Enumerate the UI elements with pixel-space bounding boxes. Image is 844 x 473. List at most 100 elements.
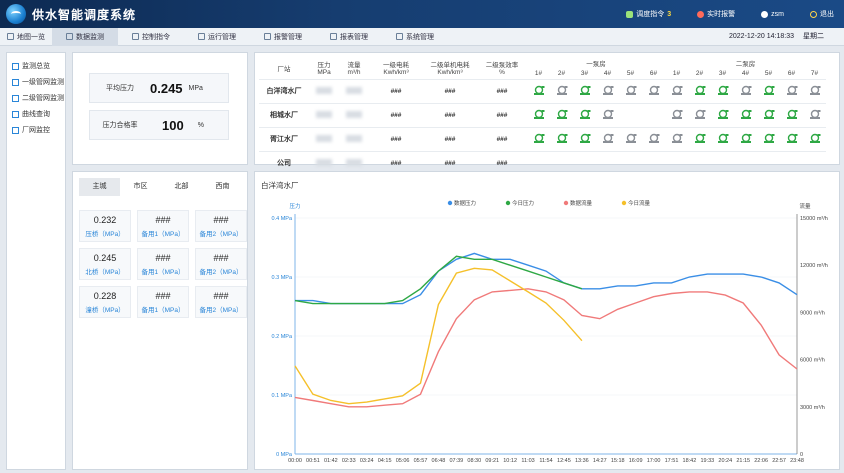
- pump-cell: [550, 78, 573, 103]
- redacted-value: [346, 110, 362, 118]
- pressure-card[interactable]: ### 备用1（MPa）: [137, 210, 189, 242]
- x-tick-label: 11:03: [521, 458, 534, 464]
- pressure-card[interactable]: ### 备用2（MPa）: [195, 248, 247, 280]
- pump-cell: [780, 78, 803, 103]
- primary-energy-cell: ###: [369, 78, 423, 103]
- pump-cell: [711, 78, 734, 103]
- tab-alarm[interactable]: 报警管理: [250, 28, 316, 46]
- station-row[interactable]: 胥江水厂 ### ### ###: [259, 126, 826, 151]
- dispatch-button[interactable]: 调度指令 3: [626, 9, 671, 19]
- pressure-card[interactable]: ### 备用2（MPa）: [195, 286, 247, 318]
- sidebar-item-overview[interactable]: 监测总览: [7, 58, 65, 74]
- efficiency-cell: ###: [477, 78, 527, 103]
- avg-pressure-unit: MPa: [188, 84, 203, 92]
- pump-cell: [527, 102, 550, 127]
- y-tick-label: 0.4 MPa: [272, 216, 293, 222]
- y2-tick-label: 15000 m³/h: [800, 216, 828, 222]
- pump-col-header: 1#: [534, 69, 543, 77]
- sidebar-item-primary-network[interactable]: 一级管网监测: [7, 74, 65, 90]
- redacted-value: [346, 134, 362, 142]
- legend-marker: [563, 200, 569, 206]
- tab-north[interactable]: 北部: [161, 178, 202, 196]
- pump-col-header: 5#: [764, 69, 773, 77]
- main-nav: 地图一览 数据监测 控制指令 运行管理 报警管理 报表管理 系统管理 2022-…: [0, 27, 844, 46]
- avg-pressure-label: 平均压力: [106, 85, 134, 92]
- station-row[interactable]: 白洋湾水厂 ### ### ###: [259, 78, 826, 103]
- pump-cell: [550, 126, 573, 151]
- pump-cell: [803, 126, 826, 151]
- pump-cell: [757, 126, 780, 151]
- pump-col-header: 4#: [741, 69, 750, 77]
- sidebar-item-plant-monitor[interactable]: 厂网监控: [7, 122, 65, 138]
- tab-operation[interactable]: 运行管理: [184, 28, 250, 46]
- sidebar-item-label: 监测总览: [22, 63, 50, 70]
- flow-cell: [339, 78, 369, 103]
- col-header: 二级泵效率%: [485, 62, 519, 77]
- pump-cell: [596, 126, 619, 151]
- pump-icon: [579, 133, 590, 143]
- pressure-value: ###: [155, 253, 171, 263]
- pump-icon: [694, 85, 705, 95]
- pump-cell: [619, 102, 642, 127]
- logout-label: 退出: [820, 11, 834, 18]
- x-tick-label: 22:06: [754, 458, 768, 464]
- tab-control[interactable]: 控制指令: [118, 28, 184, 46]
- x-tick-label: 16:09: [629, 458, 643, 464]
- pressure-label: 备用2（MPa）: [199, 231, 243, 238]
- tab-label: 系统管理: [406, 33, 434, 41]
- pressure-card[interactable]: ### 备用1（MPa）: [137, 248, 189, 280]
- pump-icon: [786, 133, 797, 143]
- station-row[interactable]: 相城水厂 ### ### ###: [259, 102, 826, 127]
- pump-cell: [619, 126, 642, 151]
- user-icon: [761, 10, 769, 18]
- tab-map[interactable]: 地图一览: [0, 28, 52, 46]
- sidebar-item-secondary-network[interactable]: 二级管网监测: [7, 90, 65, 106]
- alarm-button[interactable]: 实时报警: [697, 9, 735, 19]
- pressure-card[interactable]: ### 备用1（MPa）: [137, 286, 189, 318]
- pressure-card[interactable]: ### 备用2（MPa）: [195, 210, 247, 242]
- station-table: 厂站 压力 MPa 流量 m³/h 一级电耗 Kwh/km³ 二级单机电耗 Kwh/km³ 二级泵…: [259, 57, 826, 175]
- pressure-cell: [309, 78, 339, 103]
- tab-urban[interactable]: 市区: [120, 178, 161, 196]
- logo-icon: [6, 4, 26, 24]
- pump-cell: [734, 102, 757, 127]
- pump-icon: [763, 85, 774, 95]
- pump-cell: [573, 126, 596, 151]
- pressure-label: 备用1（MPa）: [141, 231, 185, 238]
- district-panel: 主城 市区 北部 西南 0.232 压桥（MPa） ### 备用1（MPa） ### 备用…: [72, 171, 248, 470]
- pump-icon: [786, 85, 797, 95]
- logout-button[interactable]: 退出: [810, 9, 834, 19]
- pump-icon: [763, 133, 774, 143]
- tab-system[interactable]: 系统管理: [382, 28, 448, 46]
- y-tick-label: 0.3 MPa: [272, 275, 293, 281]
- pump-cell: [596, 78, 619, 103]
- pressure-card[interactable]: 0.232 压桥（MPa）: [79, 210, 131, 242]
- tab-main-city[interactable]: 主城: [79, 178, 120, 196]
- y2-tick-label: 6000 m³/h: [800, 358, 825, 364]
- x-tick-label: 14:27: [593, 458, 607, 464]
- pump-col-header: 2#: [695, 69, 704, 77]
- pump-cell: [757, 102, 780, 127]
- gear-icon: [198, 33, 205, 40]
- pass-rate-value: 100: [162, 117, 184, 133]
- tab-southwest[interactable]: 西南: [202, 178, 243, 196]
- secondary-energy-cell: ###: [423, 102, 477, 127]
- sidebar-item-curve-query[interactable]: 曲线查询: [7, 106, 65, 122]
- col-header: 流量 m³/h: [347, 62, 361, 77]
- pass-rate-unit: %: [197, 121, 204, 129]
- redacted-value: [346, 158, 362, 166]
- pump-icon: [740, 109, 751, 119]
- pump-cell: [642, 78, 665, 103]
- user-menu[interactable]: zsm: [761, 10, 784, 18]
- legend-marker: [447, 200, 453, 206]
- legend-label: 今日压力: [512, 199, 534, 207]
- tab-data-monitor[interactable]: 数据监测: [52, 27, 118, 46]
- pressure-card[interactable]: 0.228 潼桥（MPa）: [79, 286, 131, 318]
- pressure-label: 备用1（MPa）: [141, 269, 185, 276]
- tab-report[interactable]: 报表管理: [316, 28, 382, 46]
- legend-label: 今日流量: [628, 199, 651, 207]
- primary-energy-cell: ###: [369, 102, 423, 127]
- pressure-card[interactable]: 0.245 北桥（MPa）: [79, 248, 131, 280]
- pump-cell: [527, 126, 550, 151]
- pressure-value: ###: [155, 215, 171, 225]
